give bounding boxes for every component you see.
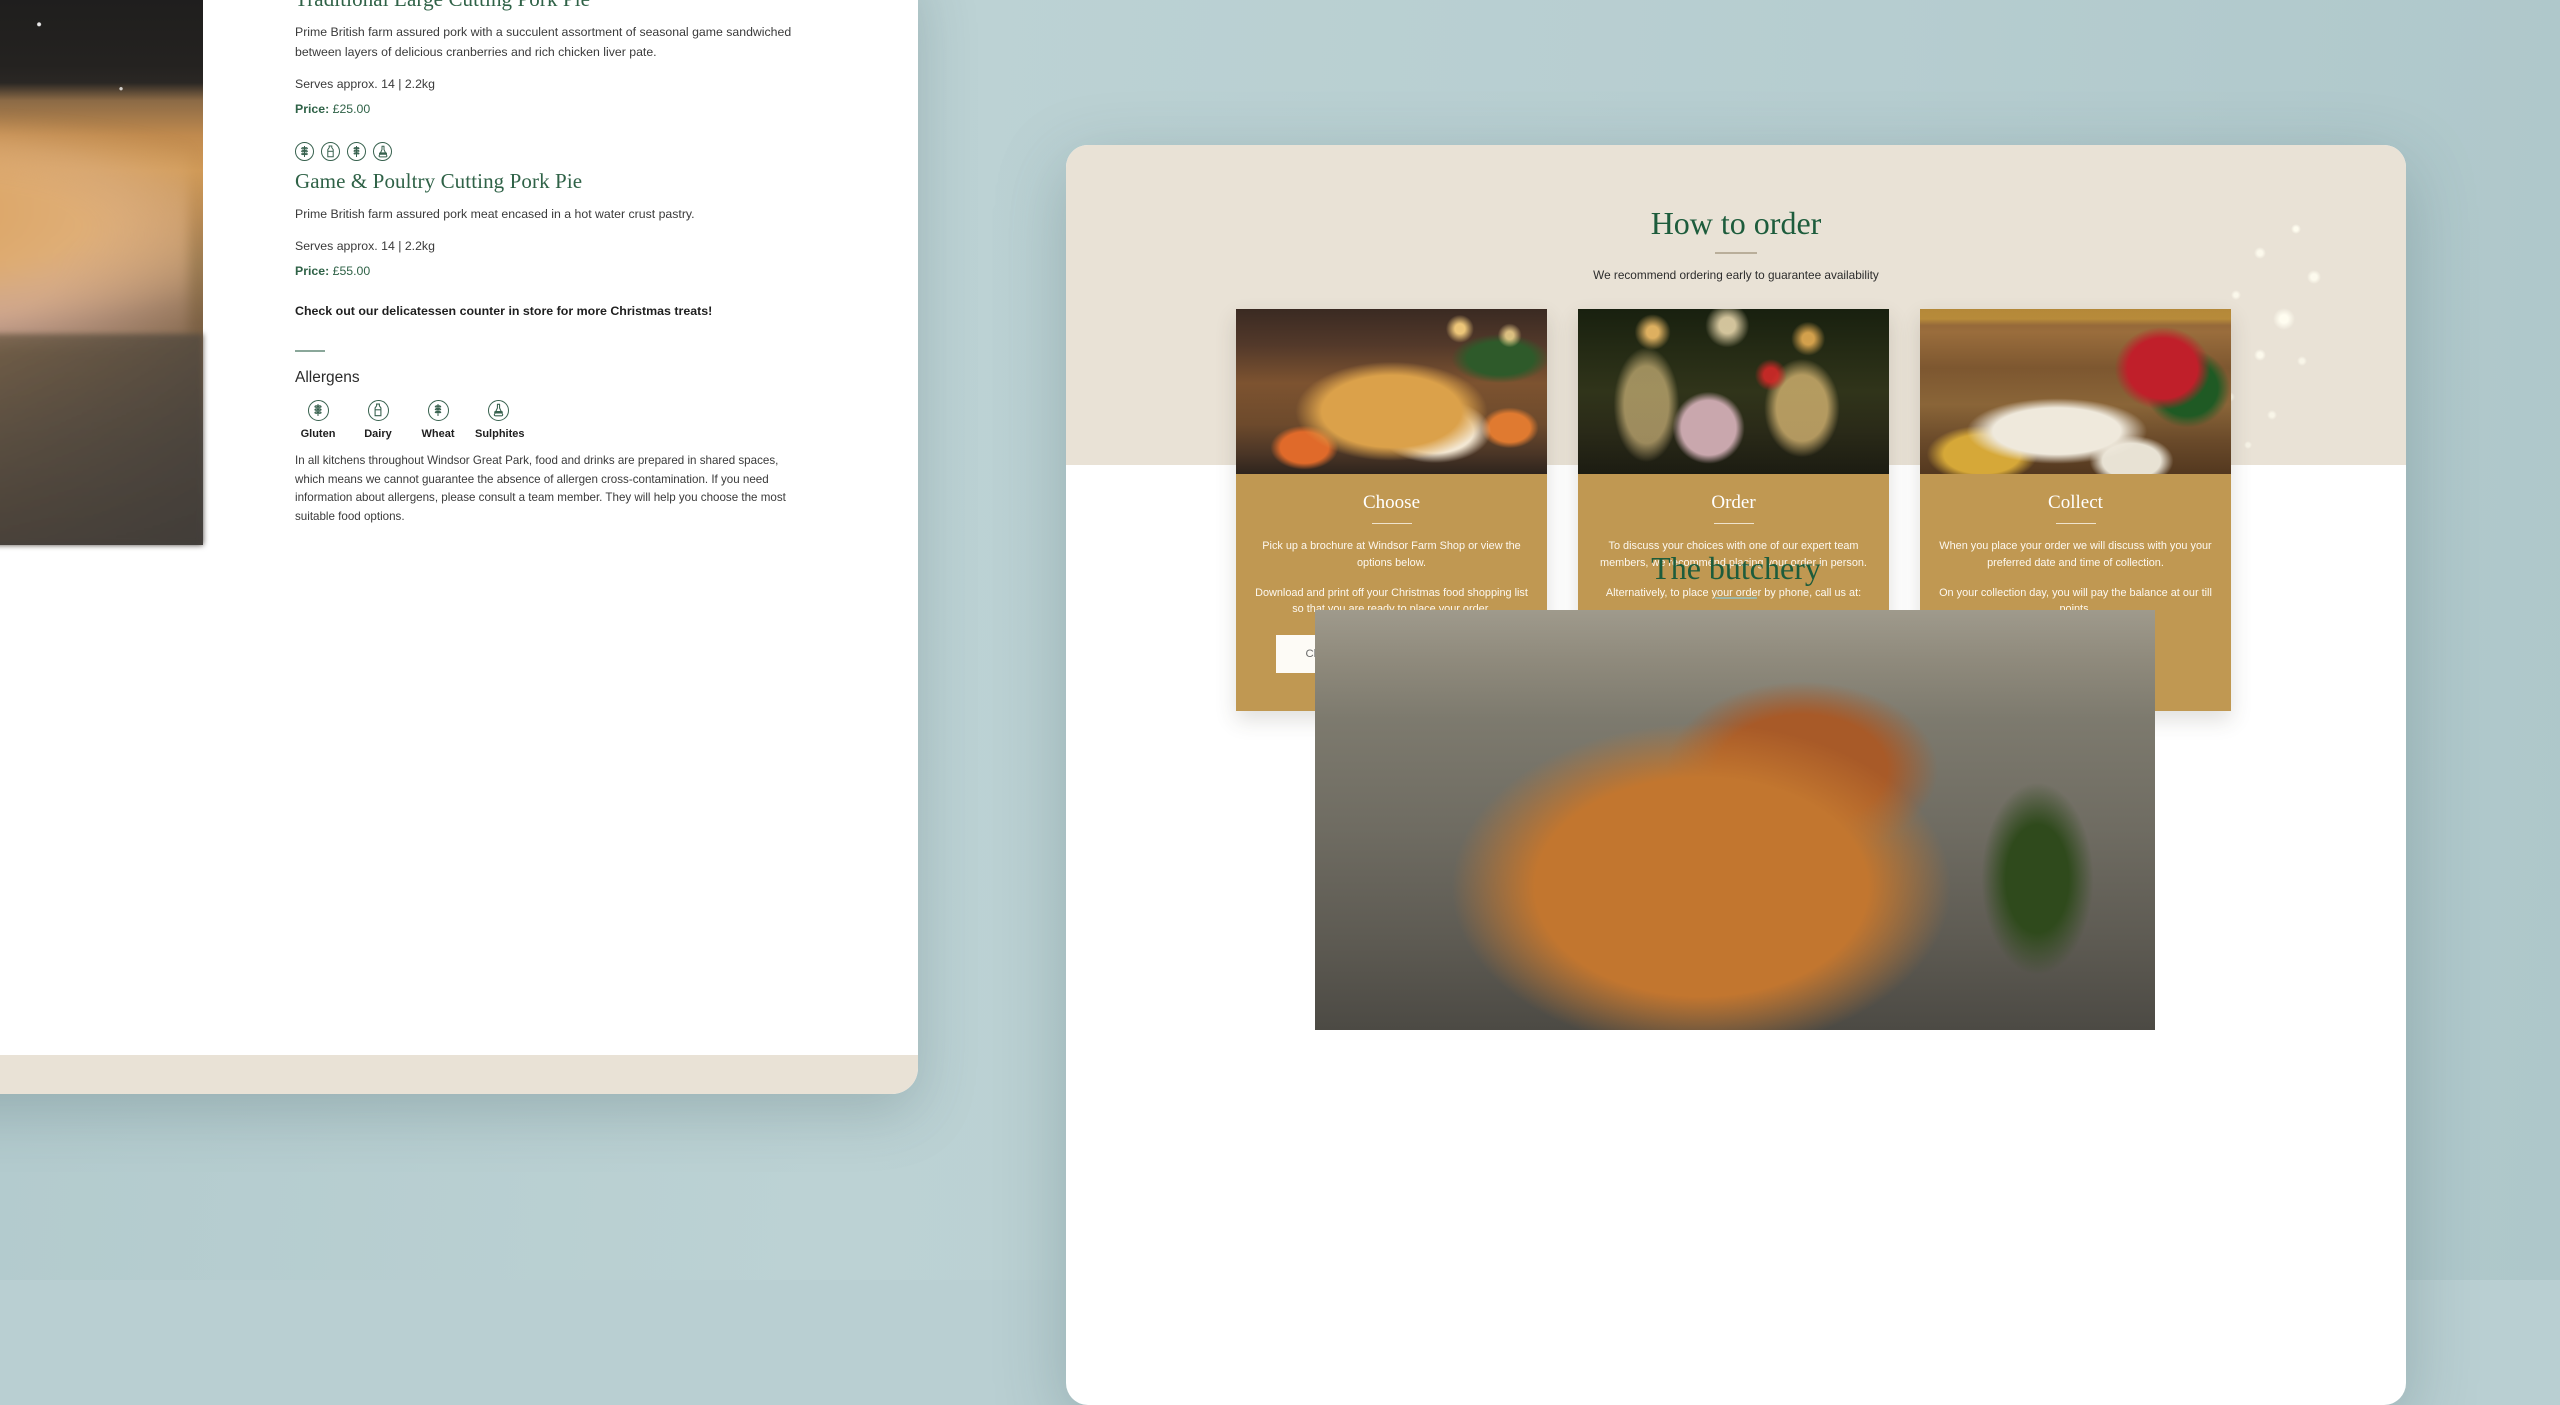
allergen-legend-item: Dairy <box>355 400 401 440</box>
farm-shop-shelves-photo <box>1920 309 2231 474</box>
product-serves: Serves approx. 14 | 2.2kg <box>295 77 795 91</box>
card-title-underline <box>1372 523 1412 524</box>
price-label: Price: <box>295 264 329 278</box>
roast-turkey-dinner-photo <box>1236 309 1547 474</box>
left-window-content: Traditional Large Cutting Pork Pie Prime… <box>0 0 918 1094</box>
delicatessen-note: Check out our delicatessen counter in st… <box>295 304 795 318</box>
product-title: Traditional Large Cutting Pork Pie <box>295 0 795 12</box>
price-value: £25.00 <box>329 102 370 116</box>
product-item: Game & Poultry Cutting Pork Pie Prime Br… <box>295 142 795 278</box>
how-to-order-title: How to order <box>1066 205 2406 242</box>
wheat-icon <box>428 400 449 421</box>
title-underline <box>1715 252 1757 254</box>
allergen-label: Dairy <box>355 428 401 440</box>
card-title-underline <box>1714 523 1754 524</box>
card-title: Collect <box>1937 492 2214 514</box>
roast-turkey-tray-photo <box>1315 610 2155 1030</box>
allergen-legend-item: Gluten <box>295 400 341 440</box>
butchery-title-underline <box>1715 597 1757 599</box>
product-price: Price: £25.00 <box>295 102 795 116</box>
right-window-content: How to order We recommend ordering early… <box>1066 145 2406 1405</box>
allergens-legend: Gluten Dairy Wheat Sulphites <box>295 400 795 440</box>
butchery-title: The butchery <box>1066 550 2406 587</box>
allergen-label: Sulphites <box>475 428 521 440</box>
dairy-icon <box>321 142 340 161</box>
allergen-label: Gluten <box>295 428 341 440</box>
card-title: Choose <box>1253 492 1530 514</box>
left-window: Traditional Large Cutting Pork Pie Prime… <box>0 0 918 1094</box>
pork-pie-photo <box>0 0 203 545</box>
allergen-legend-item: Wheat <box>415 400 461 440</box>
gluten-icon <box>308 400 329 421</box>
product-list: Traditional Large Cutting Pork Pie Prime… <box>295 0 795 527</box>
sulphites-icon <box>373 142 392 161</box>
sulphites-icon <box>488 400 509 421</box>
butchery-header: The butchery <box>1066 550 2406 599</box>
wheat-icon <box>347 142 366 161</box>
allergen-legend-item: Sulphites <box>475 400 521 440</box>
price-value: £55.00 <box>329 264 370 278</box>
allergen-label: Wheat <box>415 428 461 440</box>
beige-divider-band <box>0 1055 918 1094</box>
product-description: Prime British farm assured pork meat enc… <box>295 205 795 225</box>
right-window: How to order We recommend ordering early… <box>1066 145 2406 1405</box>
price-label: Price: <box>295 102 329 116</box>
product-item: Traditional Large Cutting Pork Pie Prime… <box>295 0 795 116</box>
how-to-order-subtitle: We recommend ordering early to guarantee… <box>1066 268 2406 282</box>
product-allergen-icons <box>295 142 795 161</box>
product-description: Prime British farm assured pork with a s… <box>295 23 795 63</box>
product-price: Price: £55.00 <box>295 264 795 278</box>
product-title: Game & Poultry Cutting Pork Pie <box>295 169 795 194</box>
how-to-order-header: How to order We recommend ordering early… <box>1066 205 2406 282</box>
card-title: Order <box>1595 492 1872 514</box>
gluten-icon <box>295 142 314 161</box>
product-serves: Serves approx. 14 | 2.2kg <box>295 239 795 253</box>
card-title-underline <box>2056 523 2096 524</box>
christmas-table-wine-photo <box>1578 309 1889 474</box>
allergen-disclaimer: In all kitchens throughout Windsor Great… <box>295 452 795 527</box>
section-divider <box>295 350 325 352</box>
allergens-heading: Allergens <box>295 369 795 387</box>
dairy-icon <box>368 400 389 421</box>
